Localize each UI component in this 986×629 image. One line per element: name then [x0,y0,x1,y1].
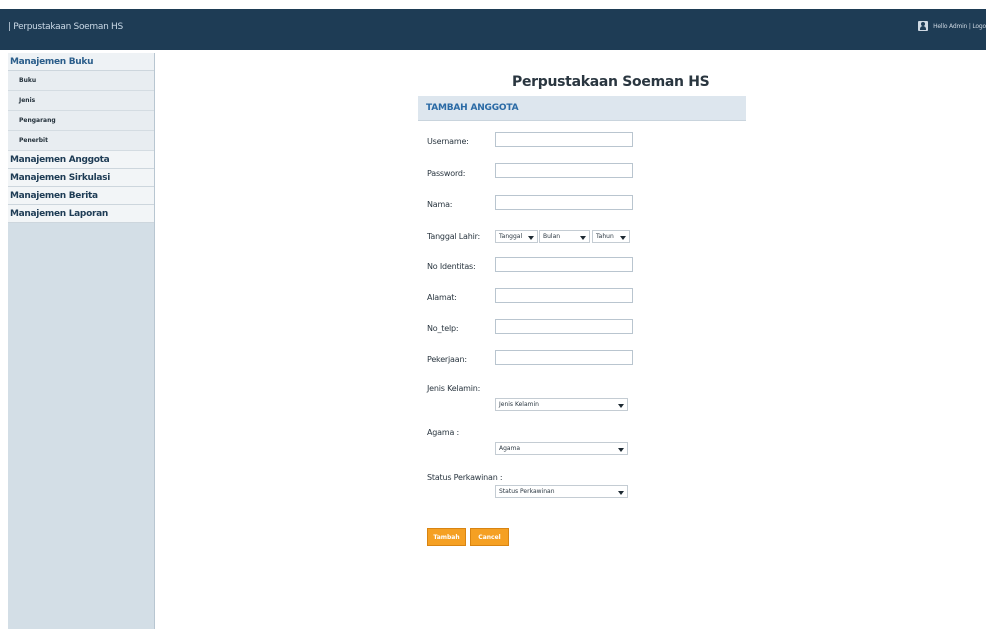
alamat-input[interactable] [495,288,633,303]
chevron-down-icon [620,236,626,240]
pekerjaan-label: Pekerjaan: [427,355,467,364]
agama-select-value: Agama [499,445,521,452]
tambah-button[interactable]: Tambah [427,528,466,546]
username-input[interactable] [495,132,633,147]
sidebar-item-manajemen-berita[interactable]: Manajemen Berita [8,187,154,205]
chevron-down-icon [618,448,624,452]
user-area: Hello Admin | Logo [918,21,986,31]
status-perkawinan-label: Status Perkawinan : [427,473,503,482]
password-input[interactable] [495,163,633,178]
sidebar-subitem-penerbit[interactable]: Penerbit [8,131,154,151]
sidebar-item-manajemen-laporan[interactable]: Manajemen Laporan [8,205,154,223]
tahun-select-value: Tahun [596,233,614,240]
no-identitas-input[interactable] [495,257,633,272]
user-greeting-logout-link[interactable]: Hello Admin | Logo [933,23,986,30]
page-title: Perpustakaan Soeman HS [512,74,710,90]
sidebar-subitem-pengarang[interactable]: Pengarang [8,111,154,131]
sidebar-subitem-jenis[interactable]: Jenis [8,91,154,111]
cancel-button[interactable]: Cancel [470,528,509,546]
sidebar: Manajemen Buku Buku Jenis Pengarang Pene… [8,53,155,629]
chevron-down-icon [618,404,624,408]
jenis-kelamin-select-value: Jenis Kelamin [499,401,539,408]
tanggal-select-value: Tanggal [499,233,523,240]
tahun-select[interactable]: Tahun [592,230,630,243]
chevron-down-icon [580,236,586,240]
no-telp-label: No_telp: [427,324,459,333]
pekerjaan-input[interactable] [495,350,633,365]
app-brand-title[interactable]: | Perpustakaan Soeman HS [8,22,123,32]
jenis-kelamin-label: Jenis Kelamin: [427,384,481,393]
main-content: Perpustakaan Soeman HS TAMBAH ANGGOTA Us… [155,53,986,629]
jenis-kelamin-select[interactable]: Jenis Kelamin [495,398,628,411]
section-header: TAMBAH ANGGOTA [418,96,746,121]
section-title: TAMBAH ANGGOTA [426,103,519,113]
chevron-down-icon [528,236,534,240]
agama-label: Agama : [427,428,459,437]
status-perkawinan-select[interactable]: Status Perkawinan [495,485,628,498]
status-perkawinan-select-value: Status Perkawinan [499,488,555,495]
password-label: Password: [427,169,466,178]
bulan-select-value: Bulan [543,233,561,240]
nama-input[interactable] [495,195,633,210]
bulan-select[interactable]: Bulan [539,230,590,243]
no-telp-input[interactable] [495,319,633,334]
tanggal-lahir-label: Tanggal Lahir: [427,232,481,241]
user-avatar-icon [918,21,929,31]
agama-select[interactable]: Agama [495,442,628,455]
top-header-bar: | Perpustakaan Soeman HS Hello Admin | L… [0,9,986,50]
sidebar-item-manajemen-buku[interactable]: Manajemen Buku [8,53,154,71]
sidebar-item-manajemen-anggota[interactable]: Manajemen Anggota [8,151,154,169]
alamat-label: Alamat: [427,293,457,302]
chevron-down-icon [618,491,624,495]
sidebar-item-manajemen-sirkulasi[interactable]: Manajemen Sirkulasi [8,169,154,187]
tanggal-select[interactable]: Tanggal [495,230,538,243]
no-identitas-label: No Identitas: [427,262,476,271]
username-label: Username: [427,137,469,146]
nama-label: Nama: [427,200,453,209]
sidebar-subitem-buku[interactable]: Buku [8,71,154,91]
